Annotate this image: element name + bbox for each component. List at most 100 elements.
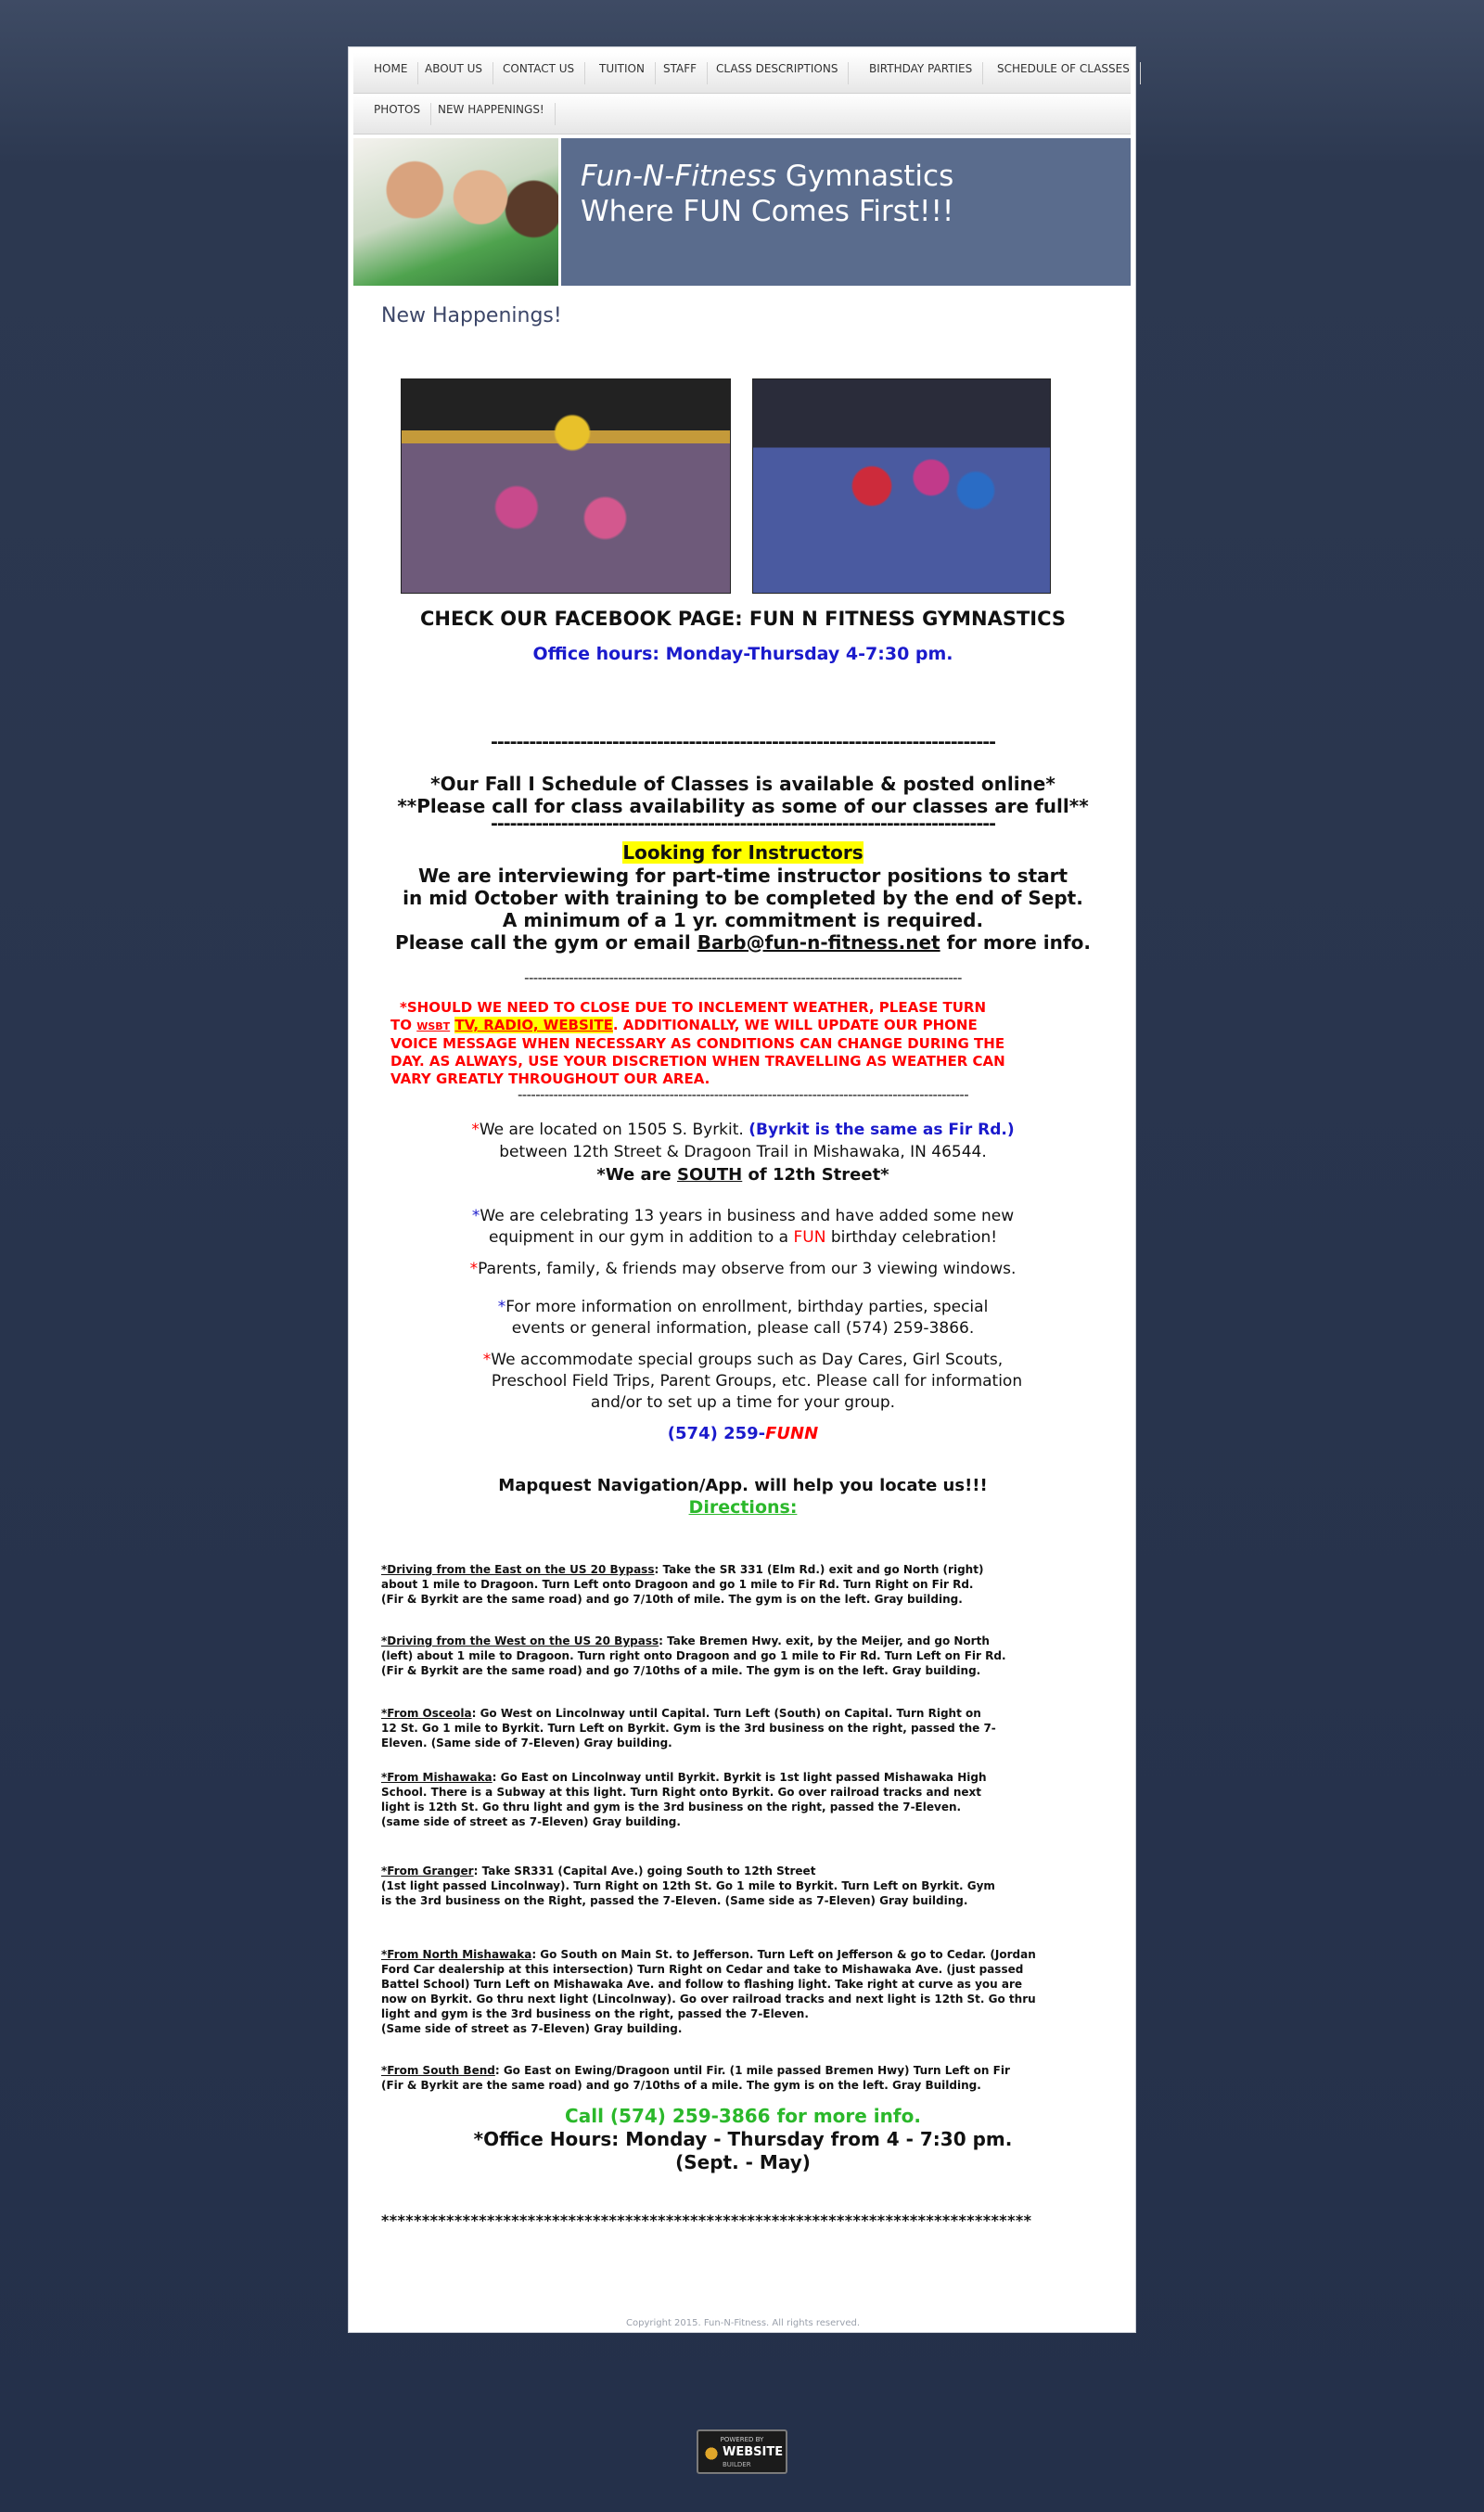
direction-heading: *From South Bend [381, 2064, 495, 2077]
direction-heading: *From North Mishawaka [381, 1948, 532, 1961]
direction-text: : Go West on Lincolnway until Capital. T… [471, 1707, 981, 1720]
nav-about-us[interactable]: ABOUT US [415, 62, 494, 84]
divider-3: ----------------------------------------… [524, 969, 962, 986]
weather-line-2-pre: TO [390, 1017, 417, 1033]
weather-line-1: *SHOULD WE NEED TO CLOSE DUE TO INCLEMEN… [400, 999, 987, 1016]
direction-line: (Fir & Byrkit are the same road) and go … [381, 1592, 1105, 1607]
direction-text: light and gym is the 3rd business on the… [381, 2007, 809, 2020]
groups-line-1: *We accommodate special groups such as D… [349, 1351, 1137, 1369]
badge-main: WEBSITE [723, 2445, 784, 2459]
nav-row-2: PHOTOS NEW HAPPENINGS! [353, 94, 1131, 135]
location-line-3-pre: *We are [596, 1165, 678, 1185]
direction-line: (1st light passed Lincolnway). Turn Righ… [381, 1878, 1105, 1893]
direction-text: Ford Car dealership at this intersection… [381, 1963, 1024, 1976]
direction-block: *From Granger: Take SR331 (Capital Ave.)… [381, 1864, 1105, 1908]
nav-photos[interactable]: PHOTOS [364, 103, 432, 125]
phone-prefix: (574) 259- [667, 1424, 766, 1443]
nav-new-happenings[interactable]: NEW HAPPENINGS! [428, 103, 556, 125]
direction-line: *Driving from the East on the US 20 Bypa… [381, 1562, 1105, 1577]
direction-line: is the 3rd business on the Right, passed… [381, 1893, 1105, 1908]
office-hours: Office hours: Monday-Thursday 4-7:30 pm. [532, 644, 953, 664]
direction-text: (1st light passed Lincolnway). Turn Righ… [381, 1879, 995, 1892]
direction-line: (Same side of street as 7-Eleven) Gray b… [381, 2021, 1105, 2036]
website-builder-badge[interactable]: POWERED BY WEBSITE BUILDER [697, 2429, 787, 2474]
instructors-email-link[interactable]: Barb@fun-n-fitness.net [697, 931, 940, 954]
nav-home[interactable]: HOME [364, 62, 419, 84]
badge-sub: BUILDER [723, 2461, 751, 2468]
celebrating-fun: FUN [793, 1228, 826, 1247]
site-title: Fun-N-Fitness Gymnastics Where FUN Comes… [581, 159, 953, 229]
groups-text-1: We accommodate special groups such as Da… [491, 1351, 1004, 1369]
direction-text: now on Byrkit. Go thru next light (Linco… [381, 1993, 1036, 2006]
direction-line: now on Byrkit. Go thru next light (Linco… [381, 1992, 1105, 2006]
direction-text: light is 12th St. Go thru light and gym … [381, 1801, 962, 1814]
directions-heading: Directions: [688, 1497, 798, 1518]
gymnasts-bridge-photo [752, 378, 1051, 594]
schedule-line-1: *Our Fall I Schedule of Classes is avail… [430, 773, 1055, 795]
nav-tuition[interactable]: TUITION [589, 62, 656, 84]
direction-block: *Driving from the East on the US 20 Bypa… [381, 1562, 1105, 1607]
direction-heading: *From Mishawaka [381, 1771, 493, 1784]
weather-line-4: DAY. AS ALWAYS, USE YOUR DISCRETION WHEN… [390, 1053, 1005, 1070]
page-container: HOME ABOUT US CONTACT US TUITION STAFF C… [348, 46, 1141, 2333]
gymnasts-pyramid-photo [401, 378, 731, 594]
celebrating-text-2-pre: equipment in our gym in addition to a [488, 1228, 794, 1247]
parents-text: Parents, family, & friends may observe f… [478, 1260, 1017, 1278]
copyright: Copyright 2015. Fun-N-Fitness. All right… [626, 2318, 860, 2328]
groups-line-2: Preschool Field Trips, Parent Groups, et… [491, 1372, 1023, 1391]
direction-line: *Driving from the West on the US 20 Bypa… [381, 1634, 1105, 1648]
direction-block: *From North Mishawaka: Go South on Main … [381, 1947, 1105, 2036]
instructors-line-3: A minimum of a 1 yr. commitment is requi… [502, 909, 984, 931]
direction-heading: *Driving from the East on the US 20 Bypa… [381, 1563, 655, 1576]
direction-text: Battel School) Turn Left on Mishawaka Av… [381, 1978, 1023, 1991]
site-tagline: Where FUN Comes First!!! [581, 195, 954, 228]
direction-line: 12 St. Go 1 mile to Byrkit. Turn Left on… [381, 1721, 1105, 1736]
header-photo [353, 138, 558, 286]
instructors-line-4: Please call the gym or email Barb@fun-n-… [349, 931, 1137, 954]
direction-line: *From North Mishawaka: Go South on Main … [381, 1947, 1105, 1962]
info-line-2: events or general information, please ca… [511, 1319, 975, 1338]
direction-line: light and gym is the 3rd business on the… [381, 2006, 1105, 2021]
instructors-line-2: in mid October with training to be compl… [403, 887, 1083, 909]
direction-text: : Take Bremen Hwy. exit, by the Meijer, … [659, 1634, 990, 1647]
phone-word: FUNN [765, 1424, 819, 1443]
bullet-star: * [469, 1260, 479, 1278]
parents-line: *Parents, family, & friends may observe … [349, 1260, 1137, 1278]
nav-row-1: HOME ABOUT US CONTACT US TUITION STAFF C… [353, 53, 1141, 94]
mapquest-line: Mapquest Navigation/App. will help you l… [498, 1476, 988, 1495]
divider-4: ----------------------------------------… [517, 1086, 969, 1103]
celebrating-line-2: equipment in our gym in addition to a FU… [349, 1228, 1137, 1247]
nav-birthday-parties[interactable]: BIRTHDAY PARTIES [859, 62, 984, 84]
page-heading: New Happenings! [381, 304, 562, 327]
direction-text: : Go South on Main St. to Jefferson. Tur… [531, 1948, 1036, 1961]
direction-heading: *From Osceola [381, 1707, 472, 1720]
header-banner: Fun-N-Fitness Gymnastics Where FUN Comes… [561, 138, 1131, 286]
celebrating-text-1: We are celebrating 13 years in business … [480, 1207, 1015, 1225]
direction-line: *From Osceola: Go West on Lincolnway unt… [381, 1706, 1105, 1721]
location-line-3-post: of 12th Street* [742, 1165, 889, 1185]
weather-line-3: VOICE MESSAGE WHEN NECESSARY AS CONDITIO… [390, 1035, 1005, 1052]
direction-text: : Take the SR 331 (Elm Rd.) exit and go … [654, 1563, 984, 1576]
direction-text: (Same side of street as 7-Eleven) Gray b… [381, 2022, 683, 2035]
direction-text: (left) about 1 mile to Dragoon. Turn rig… [381, 1649, 1006, 1662]
direction-line: *From Mishawaka: Go East on Lincolnway u… [381, 1770, 1105, 1785]
divider-1: ----------------------------------------… [491, 732, 996, 752]
direction-line: (same side of street as 7-Eleven) Gray b… [381, 1814, 1105, 1829]
main-nav: HOME ABOUT US CONTACT US TUITION STAFF C… [353, 53, 1141, 135]
weather-media: TV, RADIO, WEBSITE [454, 1017, 613, 1033]
stars-divider: ****************************************… [381, 2211, 1032, 2229]
direction-text: is the 3rd business on the Right, passed… [381, 1894, 968, 1907]
nav-schedule-of-classes[interactable]: SCHEDULE OF CLASSES [987, 62, 1141, 84]
direction-line: (left) about 1 mile to Dragoon. Turn rig… [381, 1648, 1105, 1663]
nav-contact-us[interactable]: CONTACT US [493, 62, 586, 84]
nav-class-descriptions[interactable]: CLASS DESCRIPTIONS [706, 62, 850, 84]
office-hours-2: *Office Hours: Monday - Thursday from 4 … [473, 2128, 1013, 2150]
badge-logo-icon [704, 2446, 719, 2465]
nav-staff[interactable]: STAFF [653, 62, 709, 84]
badge-powered-by: POWERED BY [720, 2436, 764, 2443]
site-title-brand: Fun-N-Fitness [581, 160, 777, 193]
phone-funn: (574) 259-FUNN [349, 1424, 1137, 1443]
direction-text: 12 St. Go 1 mile to Byrkit. Turn Left on… [381, 1722, 996, 1735]
direction-line: *From Granger: Take SR331 (Capital Ave.)… [381, 1864, 1105, 1878]
instructors-line-4-post: for more info. [940, 931, 1091, 954]
